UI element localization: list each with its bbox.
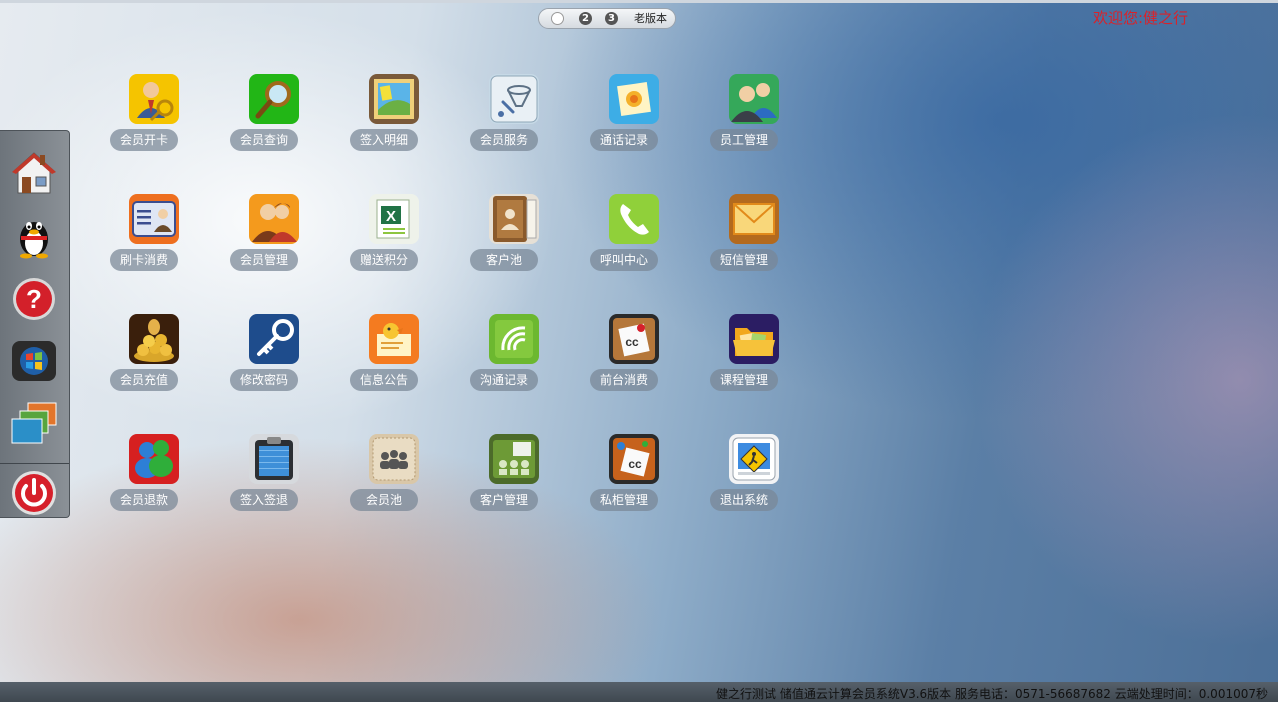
phone-icon bbox=[609, 194, 659, 244]
app-label: 会员开卡 bbox=[110, 129, 178, 151]
magnifier-icon bbox=[249, 74, 299, 124]
app-label: 签入明细 bbox=[350, 129, 418, 151]
sticky-note-icon: cc bbox=[609, 314, 659, 364]
app-checkin-detail[interactable]: 签入明细 bbox=[350, 74, 440, 156]
app-sms-management[interactable]: 短信管理 bbox=[710, 194, 800, 276]
app-label: 会员查询 bbox=[230, 129, 298, 151]
app-checkin-checkout[interactable]: 签入签退 bbox=[230, 434, 320, 516]
power-icon[interactable] bbox=[10, 469, 58, 517]
bulletin-icon bbox=[369, 314, 419, 364]
note-board-icon: cc bbox=[609, 434, 659, 484]
svg-text:?: ? bbox=[26, 284, 42, 314]
app-card-consume[interactable]: 刷卡消费 bbox=[110, 194, 200, 276]
coins-icon bbox=[129, 314, 179, 364]
left-dock: ? bbox=[0, 130, 70, 518]
msn-users-icon bbox=[129, 434, 179, 484]
app-announcement[interactable]: 信息公告 bbox=[350, 314, 440, 396]
app-member-open-card[interactable]: 会员开卡 bbox=[110, 74, 200, 156]
users-icon bbox=[729, 74, 779, 124]
app-label: 前台消费 bbox=[590, 369, 658, 391]
page-2-dot[interactable]: 2 bbox=[579, 12, 592, 25]
top-border bbox=[0, 0, 1278, 3]
signal-icon bbox=[489, 314, 539, 364]
welcome-text: 欢迎您:健之行 bbox=[1093, 9, 1189, 27]
member-card-icon bbox=[129, 74, 179, 124]
app-staff-management[interactable]: 员工管理 bbox=[710, 74, 800, 156]
app-label: 会员充值 bbox=[110, 369, 178, 391]
app-label: 会员退款 bbox=[110, 489, 178, 511]
windows-icon[interactable] bbox=[10, 337, 58, 385]
svg-text:cc: cc bbox=[625, 335, 639, 349]
customer-board-icon bbox=[489, 434, 539, 484]
app-member-refund[interactable]: 会员退款 bbox=[110, 434, 200, 516]
app-label: 沟通记录 bbox=[470, 369, 538, 391]
app-member-management[interactable]: 会员管理 bbox=[230, 194, 320, 276]
app-gift-points[interactable]: X 赠送积分 bbox=[350, 194, 440, 276]
app-course-management[interactable]: 课程管理 bbox=[710, 314, 800, 396]
qq-icon[interactable] bbox=[10, 211, 58, 259]
app-label: 课程管理 bbox=[710, 369, 778, 391]
app-label: 信息公告 bbox=[350, 369, 418, 391]
app-customer-pool[interactable]: 客户池 bbox=[470, 194, 560, 276]
group-icon bbox=[369, 434, 419, 484]
app-label: 客户池 bbox=[470, 249, 538, 271]
app-label: 退出系统 bbox=[710, 489, 778, 511]
exit-icon bbox=[729, 434, 779, 484]
app-private-locker[interactable]: cc 私柜管理 bbox=[590, 434, 680, 516]
app-label: 员工管理 bbox=[710, 129, 778, 151]
app-change-password[interactable]: 修改密码 bbox=[230, 314, 320, 396]
app-member-recharge[interactable]: 会员充值 bbox=[110, 314, 200, 396]
address-book-icon bbox=[489, 194, 539, 244]
flower-photo-icon bbox=[609, 74, 659, 124]
excel-icon: X bbox=[369, 194, 419, 244]
page-3-dot[interactable]: 3 bbox=[605, 12, 618, 25]
page-1-dot[interactable] bbox=[551, 12, 564, 25]
app-exit-system[interactable]: 退出系统 bbox=[710, 434, 800, 516]
app-label: 通话记录 bbox=[590, 129, 658, 151]
app-communication-log[interactable]: 沟通记录 bbox=[470, 314, 560, 396]
id-card-icon bbox=[129, 194, 179, 244]
clipboard-icon bbox=[249, 434, 299, 484]
app-member-query[interactable]: 会员查询 bbox=[230, 74, 320, 156]
app-front-desk-consume[interactable]: cc 前台消费 bbox=[590, 314, 680, 396]
status-text: 健之行测试 储值通云计算会员系统V3.6版本 服务电话：0571-5668768… bbox=[716, 687, 1268, 701]
app-label: 会员池 bbox=[350, 489, 418, 511]
folder-icon bbox=[729, 314, 779, 364]
app-label: 客户管理 bbox=[470, 489, 538, 511]
app-label: 呼叫中心 bbox=[590, 249, 658, 271]
dock-separator bbox=[0, 463, 69, 464]
status-bar: 健之行测试 储值通云计算会员系统V3.6版本 服务电话：0571-5668768… bbox=[0, 682, 1278, 702]
app-label: 签入签退 bbox=[230, 489, 298, 511]
page-switcher: 2 3 老版本 bbox=[538, 8, 676, 29]
app-label: 会员服务 bbox=[470, 129, 538, 151]
app-label: 赠送积分 bbox=[350, 249, 418, 271]
app-call-log[interactable]: 通话记录 bbox=[590, 74, 680, 156]
app-label: 私柜管理 bbox=[590, 489, 658, 511]
envelope-icon bbox=[729, 194, 779, 244]
funnel-icon bbox=[489, 74, 539, 124]
app-member-pool[interactable]: 会员池 bbox=[350, 434, 440, 516]
old-version-link[interactable]: 老版本 bbox=[634, 12, 667, 26]
svg-text:cc: cc bbox=[628, 457, 642, 471]
svg-text:X: X bbox=[386, 208, 396, 225]
app-label: 短信管理 bbox=[710, 249, 778, 271]
photo-frame-icon bbox=[369, 74, 419, 124]
app-member-service[interactable]: 会员服务 bbox=[470, 74, 560, 156]
windows-stack-icon[interactable] bbox=[10, 399, 58, 447]
app-customer-management[interactable]: 客户管理 bbox=[470, 434, 560, 516]
couple-icon bbox=[249, 194, 299, 244]
app-label: 会员管理 bbox=[230, 249, 298, 271]
app-label: 修改密码 bbox=[230, 369, 298, 391]
app-label: 刷卡消费 bbox=[110, 249, 178, 271]
key-icon bbox=[249, 314, 299, 364]
help-icon[interactable]: ? bbox=[10, 275, 58, 323]
app-call-center[interactable]: 呼叫中心 bbox=[590, 194, 680, 276]
home-icon[interactable] bbox=[10, 149, 58, 197]
